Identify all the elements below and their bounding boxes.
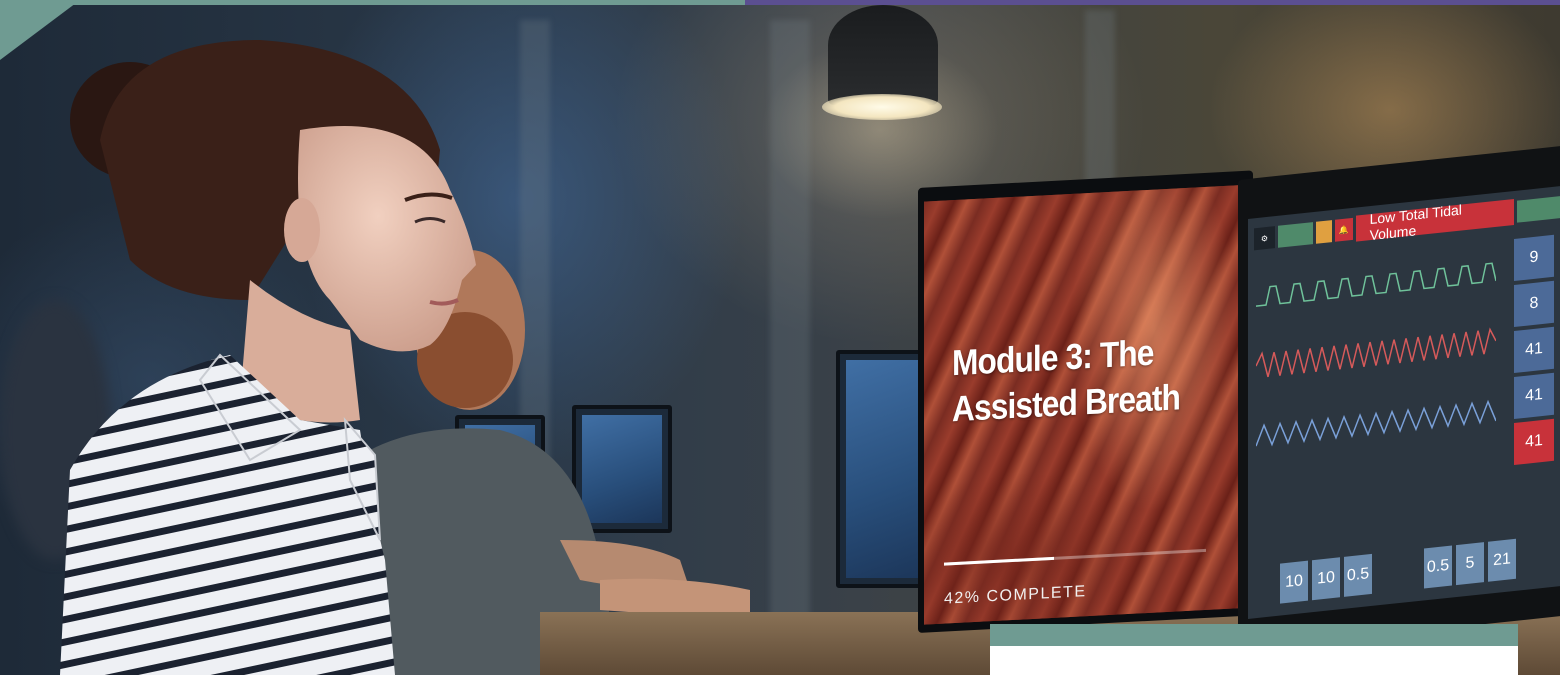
setting-tile: 21 — [1488, 538, 1516, 582]
flow-wave-trace — [1256, 327, 1496, 378]
top-accent-teal — [0, 0, 745, 5]
lesson-monitor: Module 3: The Assisted Breath 42% COMPLE… — [918, 170, 1253, 633]
ventilator-monitor: ⚙ 🔔 Low Total Tidal Volume 9 8 41 41 41 … — [1238, 145, 1560, 650]
progress-label: 42% COMPLETE — [944, 583, 1087, 608]
module-title: Module 3: The Assisted Breath — [952, 327, 1207, 432]
callout-box — [990, 646, 1518, 675]
progress-bar — [944, 548, 1206, 566]
pressure-waveform — [1256, 241, 1496, 320]
flow-waveform — [1256, 311, 1496, 390]
progress-bar-fill — [944, 556, 1055, 566]
status-indicator — [1517, 195, 1560, 223]
alarm-value-tile: 41 — [1514, 418, 1554, 465]
pressure-wave-trace — [1256, 262, 1496, 307]
value-tile: 41 — [1514, 372, 1554, 419]
value-tile: 41 — [1514, 326, 1554, 373]
value-tile: 8 — [1514, 280, 1554, 327]
top-accent-purple — [745, 0, 1560, 5]
woman-at-computer — [60, 40, 476, 675]
value-tile: 9 — [1514, 234, 1554, 281]
bottom-setting-tiles: 10 10 0.5 0.5 5 21 — [1280, 535, 1552, 610]
volume-waveform — [1256, 381, 1496, 460]
callout-accent-bar — [990, 624, 1518, 646]
setting-tile: 10 — [1280, 560, 1308, 604]
ventilator-screen: ⚙ 🔔 Low Total Tidal Volume 9 8 41 41 41 … — [1248, 185, 1560, 619]
alarm-banner: Low Total Tidal Volume — [1355, 198, 1515, 243]
photo-scene: Module 3: The Assisted Breath 42% COMPLE… — [0, 0, 1560, 675]
side-value-tiles: 9 8 41 41 41 — [1514, 234, 1554, 469]
setting-tile: 10 — [1312, 557, 1340, 601]
bell-icon: 🔔 — [1334, 217, 1353, 242]
setting-tile: 0.5 — [1424, 545, 1452, 589]
warning-indicator — [1316, 220, 1332, 244]
volume-wave-trace — [1256, 399, 1496, 447]
lesson-screen: Module 3: The Assisted Breath 42% COMPLE… — [924, 184, 1245, 625]
corner-accent — [0, 0, 80, 60]
setting-tile: 5 — [1456, 542, 1484, 586]
mode-indicator — [1277, 222, 1314, 248]
setting-tile: 0.5 — [1344, 553, 1372, 597]
settings-icon: ⚙ — [1254, 226, 1275, 251]
